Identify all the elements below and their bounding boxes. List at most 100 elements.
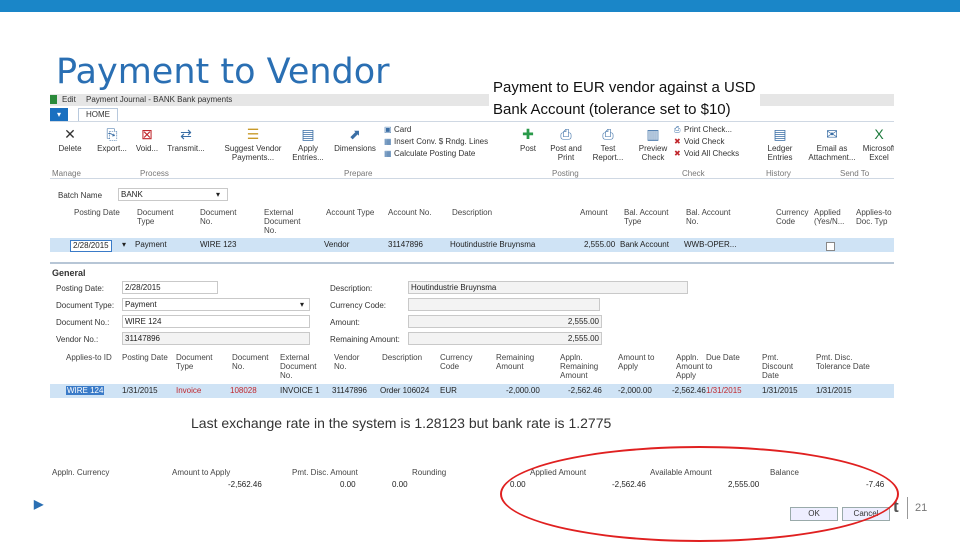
remaining-amount-cell[interactable]: -2,000.00 <box>506 386 540 395</box>
col-apply-document-type[interactable]: Document Type <box>176 353 224 371</box>
col-posting-date[interactable]: Posting Date <box>74 208 128 217</box>
col-apply-external-document-no[interactable]: External Document No. <box>280 353 330 380</box>
document-type-cell[interactable]: Payment <box>135 240 167 249</box>
col-vendor-no[interactable]: Vendor No. <box>334 353 374 371</box>
col-account-no[interactable]: Account No. <box>388 208 448 217</box>
amount-label: Amount: <box>330 318 360 327</box>
document-no-cell[interactable]: WIRE 123 <box>200 240 236 249</box>
delete-button[interactable]: ✕ Delete <box>52 126 88 153</box>
menu-edit[interactable]: Edit <box>62 95 76 104</box>
void-button[interactable]: ⊠ Void... <box>132 126 162 153</box>
card-button[interactable]: ▣ Card <box>384 125 411 134</box>
pmt-discount-date-cell[interactable]: 1/31/2015 <box>762 386 798 395</box>
description-cell[interactable]: Houtindustrie Bruynsma <box>450 240 535 249</box>
slide-number: 21 <box>915 502 928 514</box>
delete-x-icon: ✕ <box>64 126 76 142</box>
post-and-print-button[interactable]: ⎙ Post and Print <box>546 126 586 162</box>
col-due-date[interactable]: Due Date <box>706 353 746 362</box>
caption: Payment to EUR vendor against a USD Bank… <box>489 77 760 121</box>
export-button[interactable]: ⎘ Export... <box>94 126 130 153</box>
posting-date-field[interactable]: 2/28/2015 <box>122 281 218 294</box>
document-type-dropdown-icon[interactable]: ▾ <box>300 300 304 309</box>
batch-name-label: Batch Name <box>58 191 103 200</box>
apply-posting-date-cell[interactable]: 1/31/2015 <box>122 386 158 395</box>
group-send-to: Send To <box>840 169 870 178</box>
calculate-posting-date-button[interactable]: ▦ Calculate Posting Date <box>384 149 475 158</box>
apply-description-cell[interactable]: Order 106024 <box>380 386 429 395</box>
vendor-no-field: 31147896 <box>122 332 310 345</box>
pmt-disc-tolerance-date-cell[interactable]: 1/31/2015 <box>816 386 852 395</box>
col-bal-account-type[interactable]: Bal. Account Type <box>624 208 678 226</box>
ledger-entries-button[interactable]: ▤ Ledger Entries <box>762 126 798 162</box>
print-check-button[interactable]: ⎙ Print Check... <box>674 125 732 135</box>
apply-currency-code-cell[interactable]: EUR <box>440 386 457 395</box>
col-apply-document-no[interactable]: Document No. <box>232 353 274 371</box>
post-button[interactable]: ✚ Post <box>512 126 544 153</box>
col-remaining-amount[interactable]: Remaining Amount <box>496 353 542 371</box>
col-apply-description[interactable]: Description <box>382 353 428 362</box>
tab-home[interactable]: HOME <box>78 108 118 121</box>
app-menu-button[interactable]: ▾ <box>50 108 68 122</box>
applied-checkbox[interactable] <box>826 242 835 251</box>
test-report-button[interactable]: ⎙ Test Report... <box>588 126 628 162</box>
void-check-button[interactable]: ✖ Void Check <box>674 137 724 146</box>
document-type-field[interactable]: Payment <box>122 298 310 311</box>
col-apply-currency-code[interactable]: Currency Code <box>440 353 482 371</box>
bal-account-type-cell[interactable]: Bank Account <box>620 240 669 249</box>
col-amount[interactable]: Amount <box>580 208 620 217</box>
microsoft-excel-button[interactable]: X Microsoft Excel <box>862 126 894 162</box>
group-check: Check <box>682 169 705 178</box>
apply-document-no-cell[interactable]: 108028 <box>230 386 257 395</box>
apply-vendor-no-cell[interactable]: 31147896 <box>332 386 367 395</box>
transmit-button[interactable]: ⇄ Transmit... <box>164 126 208 153</box>
account-type-cell[interactable]: Vendor <box>324 240 349 249</box>
amount-to-apply-cell[interactable]: -2,000.00 <box>618 386 652 395</box>
col-applied[interactable]: Applied (Yes/N... <box>814 208 854 226</box>
account-no-cell[interactable]: 31147896 <box>388 240 423 249</box>
col-appln-remaining-amount[interactable]: Appln. Remaining Amount <box>560 353 608 380</box>
col-applies-to-id[interactable]: Applies-to ID <box>66 353 118 362</box>
amount-to-apply-value: -2,562.46 <box>228 480 262 489</box>
preview-check-button[interactable]: ▥ Preview Check <box>634 126 672 162</box>
row-dropdown-icon[interactable]: ▾ <box>122 240 126 249</box>
vendor-no-label: Vendor No.: <box>56 335 99 344</box>
col-document-no[interactable]: Document No. <box>200 208 250 226</box>
insert-icon: ▦ <box>384 137 392 146</box>
applies-to-id-cell[interactable]: WIRE 124 <box>66 386 105 395</box>
appln-remaining-amount-cell[interactable]: -2,562.46 <box>568 386 602 395</box>
col-account-type[interactable]: Account Type <box>326 208 376 217</box>
batch-name-field[interactable]: BANK <box>118 188 228 201</box>
batch-dropdown-icon[interactable]: ▾ <box>216 190 220 199</box>
col-bal-account-no[interactable]: Bal. Account No. <box>686 208 740 226</box>
void-all-checks-button[interactable]: ✖ Void All Checks <box>674 149 739 158</box>
dimensions-button[interactable]: ⬈ Dimensions <box>330 126 380 153</box>
appln-amount-to-apply-cell[interactable]: -2,562.46 <box>672 386 706 395</box>
suggest-vendor-payments-button[interactable]: ☰ Suggest Vendor Payments... <box>220 126 286 162</box>
email-as-attachment-button[interactable]: ✉ Email as Attachment... <box>808 126 856 162</box>
document-no-field[interactable]: WIRE 124 <box>122 315 310 328</box>
excel-icon: X <box>874 126 884 142</box>
apply-external-document-no-cell[interactable]: INVOICE 1 <box>280 386 320 395</box>
ledger-icon: ▤ <box>773 126 787 142</box>
bal-account-no-cell[interactable]: WWB-OPER... <box>684 240 736 249</box>
col-pmt-discount-date[interactable]: Pmt. Discount Date <box>762 353 808 380</box>
group-manage: Manage <box>52 169 81 178</box>
col-currency-code[interactable]: Currency Code <box>776 208 816 226</box>
amount-cell[interactable]: 2,555.00 <box>584 240 615 249</box>
col-document-type[interactable]: Document Type <box>137 208 187 226</box>
apply-entries-button[interactable]: ▤ Apply Entries... <box>292 126 324 162</box>
remaining-amount-label: Remaining Amount: <box>330 335 400 344</box>
col-apply-posting-date[interactable]: Posting Date <box>122 353 170 362</box>
col-amount-to-apply[interactable]: Amount to Apply <box>618 353 658 371</box>
print-icon: ⎙ <box>674 125 681 134</box>
apply-document-type-cell[interactable]: Invoice <box>176 386 201 395</box>
insert-conv-button[interactable]: ▦ Insert Conv. $ Rndg. Lines <box>384 137 488 146</box>
post-icon: ✚ <box>522 126 534 142</box>
remaining-amount-field: 2,555.00 <box>408 332 602 345</box>
col-applies-to-doc-type[interactable]: Applies-to Doc. Typ <box>856 208 894 226</box>
due-date-cell[interactable]: 1/31/2015 <box>706 386 742 395</box>
col-description[interactable]: Description <box>452 208 512 217</box>
posting-date-cell[interactable]: 2/28/2015 <box>70 240 112 252</box>
col-external-document-no[interactable]: External Document No. <box>264 208 314 235</box>
col-pmt-disc-tolerance-date[interactable]: Pmt. Disc. Tolerance Date <box>816 353 872 371</box>
